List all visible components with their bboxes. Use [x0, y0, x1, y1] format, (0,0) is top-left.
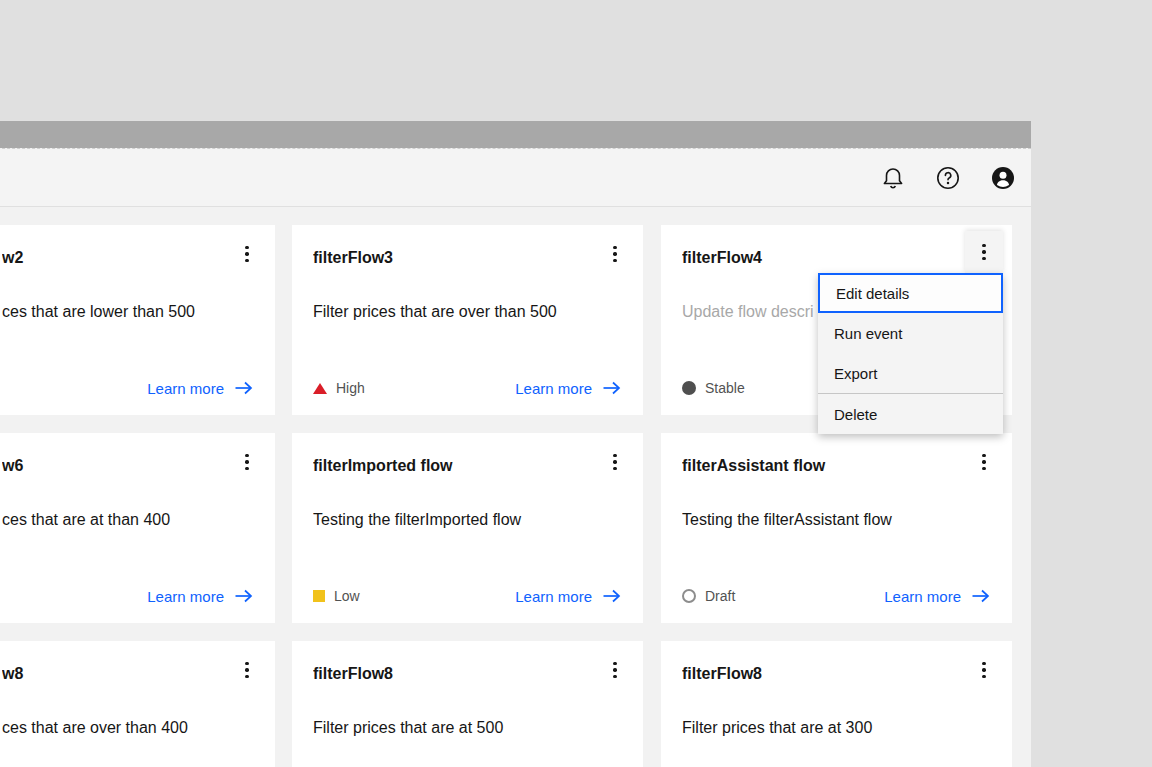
- status-label: Stable: [705, 380, 745, 396]
- overflow-dots-icon: [613, 246, 616, 262]
- arrow-right-icon: [234, 380, 254, 396]
- help-icon: [936, 166, 960, 190]
- status-label: High: [336, 380, 365, 396]
- flow-card: filterAssistant flow Testing the filterA…: [661, 433, 1012, 623]
- card-description: ces that are lower than 500: [2, 301, 257, 323]
- avatar-icon: [991, 166, 1015, 190]
- card-footer: Learn more: [0, 377, 254, 399]
- learn-more-label: Learn more: [515, 380, 592, 397]
- overflow-menu-button[interactable]: [231, 654, 263, 686]
- menu-item-run-event[interactable]: Run event: [818, 313, 1003, 353]
- status-label: Draft: [705, 588, 735, 604]
- overflow-dots-icon: [245, 246, 248, 262]
- flow-card: w8 ces that are over than 400: [0, 641, 275, 767]
- status-tag: Draft: [682, 588, 735, 604]
- card-footer: Draft Learn more: [682, 585, 991, 607]
- menu-item-edit-details[interactable]: Edit details: [818, 273, 1003, 313]
- help-button[interactable]: [936, 166, 960, 190]
- learn-more-link[interactable]: Learn more: [515, 380, 622, 397]
- overflow-menu-button[interactable]: [231, 446, 263, 478]
- card-description: Filter prices that are at 300: [682, 717, 994, 739]
- learn-more-link[interactable]: Learn more: [147, 588, 254, 605]
- status-icon: [313, 590, 325, 602]
- overflow-dots-icon: [245, 454, 248, 470]
- card-description: Testing the filterAssistant flow: [682, 509, 994, 531]
- flow-card: filterImported flow Testing the filterIm…: [292, 433, 643, 623]
- learn-more-label: Learn more: [147, 588, 224, 605]
- card-title: w8: [2, 663, 217, 685]
- overflow-menu-button[interactable]: [968, 654, 1000, 686]
- status-icon: [682, 589, 696, 603]
- learn-more-link[interactable]: Learn more: [884, 588, 991, 605]
- card-description: ces that are at than 400: [2, 509, 257, 531]
- card-title: w6: [2, 455, 217, 477]
- app-window: w2 ces that are lower than 500 Learn mor…: [0, 121, 1031, 767]
- overflow-menu-button[interactable]: [599, 446, 631, 478]
- learn-more-label: Learn more: [884, 588, 961, 605]
- status-tag: High: [313, 380, 365, 396]
- overflow-menu-button[interactable]: [231, 238, 263, 270]
- card-title: filterImported flow: [313, 455, 585, 477]
- flow-card: filterFlow8 Filter prices that are at 50…: [292, 641, 643, 767]
- card-title: filterAssistant flow: [682, 455, 954, 477]
- window-toolbar: [0, 121, 1031, 148]
- status-icon: [313, 383, 327, 394]
- card-description: Testing the filterImported flow: [313, 509, 625, 531]
- learn-more-link[interactable]: Learn more: [515, 588, 622, 605]
- user-menu-button[interactable]: [991, 166, 1015, 190]
- notifications-button[interactable]: [881, 166, 905, 190]
- arrow-right-icon: [234, 588, 254, 604]
- overflow-dots-icon: [982, 454, 985, 470]
- flow-card: w6 ces that are at than 400 Learn more: [0, 433, 275, 623]
- card-title: w2: [2, 247, 217, 269]
- overflow-menu-button[interactable]: [599, 238, 631, 270]
- overflow-dots-icon: [245, 662, 248, 678]
- card-footer: Learn more: [0, 585, 254, 607]
- card-title: filterFlow4: [682, 247, 954, 269]
- card-footer: High Learn more: [313, 377, 622, 399]
- flow-card: filterFlow8 Filter prices that are at 30…: [661, 641, 1012, 767]
- arrow-right-icon: [602, 380, 622, 396]
- card-footer: Low Learn more: [313, 585, 622, 607]
- overflow-menu-button[interactable]: [968, 446, 1000, 478]
- card-description: ces that are over than 400: [2, 717, 257, 739]
- header-actions: [881, 149, 1015, 206]
- card-title: filterFlow8: [682, 663, 954, 685]
- learn-more-label: Learn more: [515, 588, 592, 605]
- menu-item-delete[interactable]: Delete: [818, 393, 1003, 434]
- status-tag: Low: [313, 588, 360, 604]
- learn-more-link[interactable]: Learn more: [147, 380, 254, 397]
- arrow-right-icon: [971, 588, 991, 604]
- overflow-dots-icon: [613, 662, 616, 678]
- card-title: filterFlow3: [313, 247, 585, 269]
- learn-more-label: Learn more: [147, 380, 224, 397]
- status-icon: [682, 381, 696, 395]
- overflow-dots-icon: [982, 244, 985, 260]
- app-header: [0, 148, 1031, 207]
- overflow-menu: Edit detailsRun eventExportDelete: [818, 273, 1003, 434]
- overflow-menu-button-open[interactable]: [965, 231, 1003, 273]
- status-label: Low: [334, 588, 360, 604]
- overflow-dots-icon: [613, 454, 616, 470]
- card-title: filterFlow8: [313, 663, 585, 685]
- menu-item-export[interactable]: Export: [818, 353, 1003, 393]
- flow-card: filterFlow3 Filter prices that are over …: [292, 225, 643, 415]
- flow-card: w2 ces that are lower than 500 Learn mor…: [0, 225, 275, 415]
- arrow-right-icon: [602, 588, 622, 604]
- bell-icon: [881, 166, 905, 190]
- overflow-menu-button[interactable]: [599, 654, 631, 686]
- status-tag: Stable: [682, 380, 745, 396]
- card-description: Filter prices that are over than 500: [313, 301, 625, 323]
- overflow-dots-icon: [982, 662, 985, 678]
- card-description: Filter prices that are at 500: [313, 717, 625, 739]
